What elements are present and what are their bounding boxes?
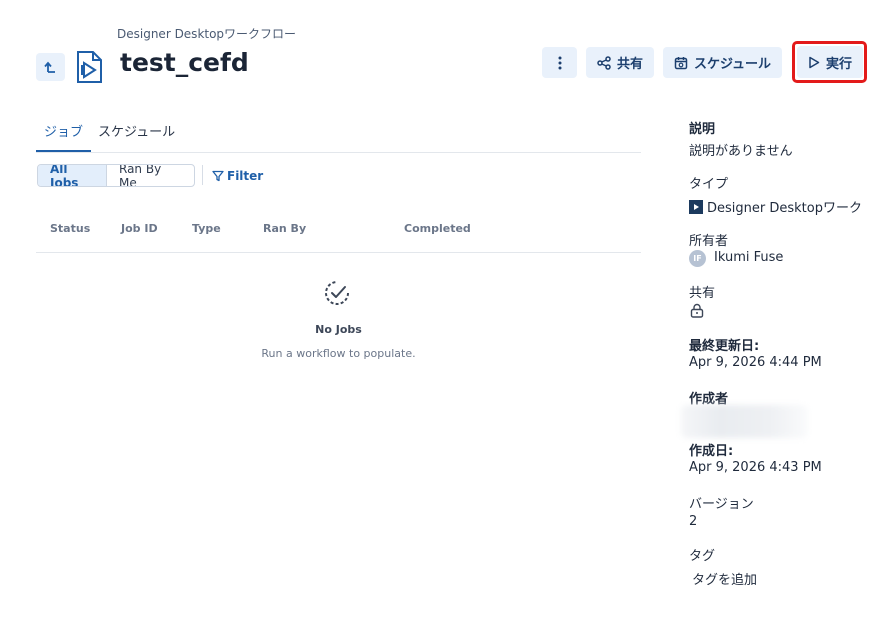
page-title: test_cefd — [120, 48, 249, 77]
all-jobs-button[interactable]: All Jobs — [38, 165, 107, 186]
column-completed[interactable]: Completed — [404, 222, 471, 235]
filter-button[interactable]: Filter — [212, 169, 263, 183]
tags-label: タグ — [689, 549, 716, 564]
owner-label: 所有者 — [689, 234, 729, 249]
share-button[interactable]: 共有 — [586, 47, 654, 78]
updated-value: Apr 9, 2026 4:44 PM — [689, 355, 822, 370]
tab-jobs[interactable]: ジョブ — [44, 121, 83, 140]
more-options-button[interactable] — [542, 47, 577, 78]
filter-label: Filter — [227, 169, 264, 183]
lock-icon — [690, 303, 704, 318]
updated-label: 最終更新日: — [689, 339, 760, 354]
run-button-highlight — [792, 41, 867, 83]
created-value: Apr 9, 2026 4:43 PM — [689, 460, 822, 475]
schedule-button[interactable]: スケジュール — [663, 47, 782, 78]
created-label: 作成日: — [689, 444, 734, 459]
filter-divider — [202, 165, 203, 185]
column-status[interactable]: Status — [50, 222, 90, 235]
type-value-row: Designer Desktopワーク — [689, 197, 862, 216]
version-label: バージョン — [689, 497, 754, 512]
share-label: 共有 — [616, 57, 643, 72]
empty-title: No Jobs — [315, 323, 362, 336]
shared-label: 共有 — [689, 286, 716, 301]
tab-bar: ジョブ スケジュール — [36, 113, 641, 153]
job-filter-toggle: All Jobs Ran By Me — [37, 164, 195, 187]
calendar-icon — [674, 56, 688, 69]
empty-check-icon — [325, 281, 349, 305]
creator-blurred — [681, 405, 808, 438]
table-header-divider — [36, 252, 641, 253]
type-value: Designer Desktopワーク — [707, 201, 862, 216]
workflow-type-subtitle: Designer Desktopワークフロー — [117, 27, 297, 41]
type-label: タイプ — [689, 177, 729, 192]
ran-by-me-button[interactable]: Ran By Me — [107, 165, 194, 186]
workflow-file-icon — [77, 51, 102, 83]
tab-schedule[interactable]: スケジュール — [98, 121, 175, 140]
column-type[interactable]: Type — [192, 222, 221, 235]
description-label: 説明 — [689, 122, 716, 137]
owner-avatar: IF — [689, 250, 706, 267]
version-value: 2 — [689, 514, 698, 529]
description-value: 説明がありません — [689, 144, 793, 159]
owner-name: Ikumi Fuse — [714, 250, 784, 265]
column-ran-by[interactable]: Ran By — [263, 222, 306, 235]
add-tag-button[interactable]: タグを追加 — [692, 569, 757, 588]
column-job-id[interactable]: Job ID — [121, 222, 158, 235]
schedule-label: スケジュール — [693, 57, 772, 72]
active-tab-indicator — [36, 150, 91, 152]
empty-subtitle: Run a workflow to populate. — [261, 347, 416, 360]
up-button[interactable] — [36, 53, 65, 81]
kebab-menu-icon — [558, 56, 561, 69]
designer-desktop-icon — [689, 200, 703, 214]
filter-icon — [212, 170, 224, 182]
share-icon — [597, 55, 611, 70]
arrow-up-icon — [43, 61, 55, 73]
